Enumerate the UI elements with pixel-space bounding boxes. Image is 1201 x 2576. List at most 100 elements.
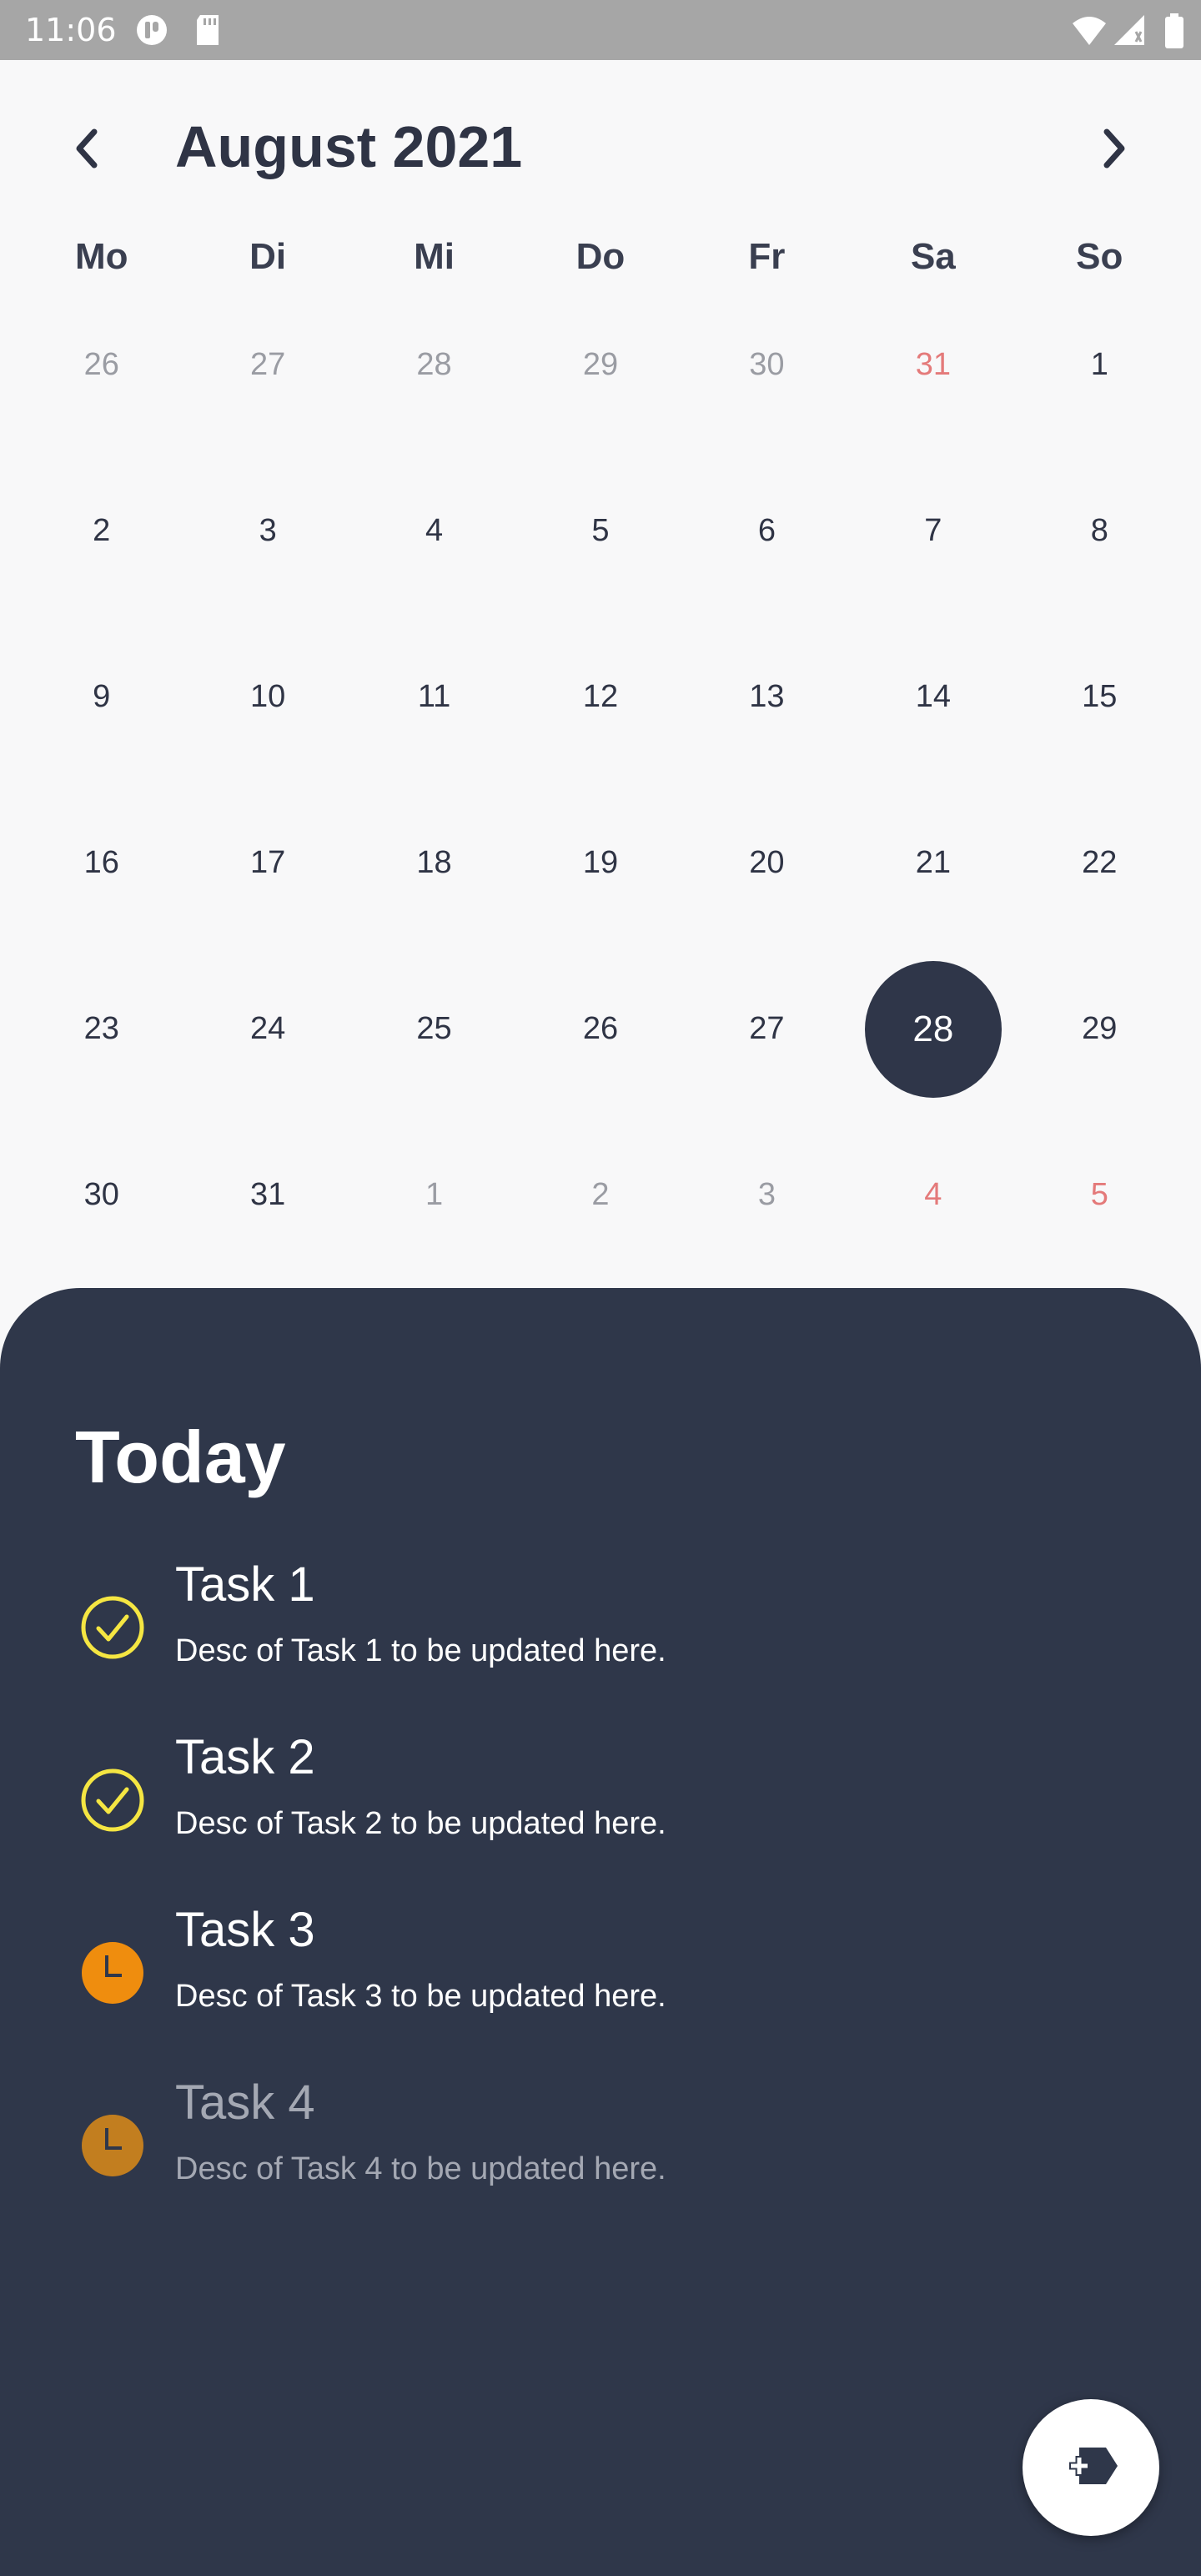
day-number: 3 xyxy=(259,513,277,548)
day-cell[interactable]: 8 xyxy=(1017,448,1183,614)
weekday-label: Mo xyxy=(74,236,128,277)
day-number: 4 xyxy=(425,513,444,548)
day-cell[interactable]: 26 xyxy=(517,946,683,1112)
task-item-4[interactable]: Task 4 Desc of Task 4 to be updated here… xyxy=(0,2070,1201,2236)
day-cell[interactable]: 2 xyxy=(18,448,184,614)
day-cell[interactable]: 9 xyxy=(18,614,184,780)
day-cell[interactable]: 3 xyxy=(184,448,350,614)
day-number: 30 xyxy=(83,1177,119,1212)
day-number: 22 xyxy=(1082,845,1118,880)
day-cell[interactable]: 15 xyxy=(1017,614,1183,780)
day-cell[interactable]: 12 xyxy=(517,614,683,780)
day-number: 29 xyxy=(1082,1011,1118,1046)
day-number: 28 xyxy=(912,1008,954,1049)
task-description: Desc of Task 3 to be updated here. xyxy=(175,1979,666,2014)
day-number: 10 xyxy=(249,679,286,714)
clock-icon[interactable] xyxy=(80,2113,145,2178)
weekday-label: Mi xyxy=(414,236,455,277)
weekday-label: Di xyxy=(249,236,287,277)
today-title: Today xyxy=(75,1416,286,1498)
day-cell[interactable]: 16 xyxy=(18,780,184,946)
next-month-button[interactable] xyxy=(1084,108,1143,192)
day-cell[interactable]: 3 xyxy=(684,1112,850,1278)
day-cell[interactable]: 20 xyxy=(684,780,850,946)
selected-day-cell[interactable]: 28 xyxy=(850,946,1016,1112)
day-number: 2 xyxy=(93,513,111,548)
day-number: 27 xyxy=(749,1011,785,1046)
day-number: 12 xyxy=(582,679,619,714)
day-cell[interactable]: 24 xyxy=(184,946,350,1112)
day-number: 7 xyxy=(924,513,942,548)
previous-month-button[interactable] xyxy=(58,108,117,192)
task-description: Desc of Task 4 to be updated here. xyxy=(175,2151,666,2186)
day-cell[interactable]: 2 xyxy=(517,1112,683,1278)
check-circle-icon[interactable] xyxy=(80,1595,145,1660)
day-cell[interactable]: 31 xyxy=(184,1112,350,1278)
task-title: Task 3 xyxy=(175,1903,315,1957)
day-cell[interactable]: 22 xyxy=(1017,780,1183,946)
chevron-right-icon xyxy=(1097,127,1130,174)
day-cell[interactable]: 27 xyxy=(184,282,350,448)
day-number: 11 xyxy=(417,679,451,714)
day-number: 2 xyxy=(591,1177,610,1212)
day-cell[interactable]: 10 xyxy=(184,614,350,780)
day-cell[interactable]: 25 xyxy=(351,946,517,1112)
add-task-button[interactable] xyxy=(1023,2399,1159,2536)
day-cell[interactable]: 4 xyxy=(351,448,517,614)
day-cell[interactable]: 6 xyxy=(684,448,850,614)
day-number: 29 xyxy=(582,347,619,382)
task-title: Task 1 xyxy=(175,1557,315,1612)
day-number: 5 xyxy=(1090,1177,1108,1212)
task-item-1[interactable]: Task 1 Desc of Task 1 to be updated here… xyxy=(0,1552,1201,1718)
add-task-icon xyxy=(1061,2443,1121,2493)
day-number: 3 xyxy=(757,1177,776,1212)
weekday-label: Sa xyxy=(910,236,956,277)
day-cell[interactable]: 5 xyxy=(517,448,683,614)
task-item-2[interactable]: Task 2 Desc of Task 2 to be updated here… xyxy=(0,1724,1201,1891)
day-cell[interactable]: 4 xyxy=(850,1112,1016,1278)
day-cell[interactable]: 23 xyxy=(18,946,184,1112)
day-number: 1 xyxy=(1090,347,1108,382)
task-item-3[interactable]: Task 3 Desc of Task 3 to be updated here… xyxy=(0,1897,1201,2064)
clock-icon[interactable] xyxy=(80,1940,145,2005)
day-number: 13 xyxy=(749,679,785,714)
task-description: Desc of Task 1 to be updated here. xyxy=(175,1633,666,1668)
day-cell[interactable]: 1 xyxy=(351,1112,517,1278)
day-cell[interactable]: 5 xyxy=(1017,1112,1183,1278)
task-title: Task 2 xyxy=(175,1730,315,1784)
day-cell[interactable]: 21 xyxy=(850,780,1016,946)
day-cell[interactable]: 17 xyxy=(184,780,350,946)
day-number: 31 xyxy=(915,347,951,382)
weekday-label: Fr xyxy=(748,236,786,277)
day-number: 14 xyxy=(915,679,951,714)
day-cell[interactable]: 18 xyxy=(351,780,517,946)
day-number: 27 xyxy=(249,347,286,382)
day-cell[interactable]: 13 xyxy=(684,614,850,780)
day-cell[interactable]: 29 xyxy=(1017,946,1183,1112)
day-cell[interactable]: 7 xyxy=(850,448,1016,614)
day-cell[interactable]: 30 xyxy=(684,282,850,448)
day-cell[interactable]: 29 xyxy=(517,282,683,448)
day-cell[interactable]: 30 xyxy=(18,1112,184,1278)
day-cell[interactable]: 11 xyxy=(351,614,517,780)
day-cell[interactable]: 1 xyxy=(1017,282,1183,448)
day-number: 19 xyxy=(582,845,619,880)
status-bar: 11:06 xyxy=(0,0,1201,60)
day-number: 31 xyxy=(249,1177,286,1212)
toggle-off-icon xyxy=(133,13,170,51)
day-number: 15 xyxy=(1082,679,1118,714)
weekday-header-row: Mo Di Mi Do Fr Sa So xyxy=(18,232,1183,282)
day-cell[interactable]: 26 xyxy=(18,282,184,448)
day-cell[interactable]: 27 xyxy=(684,946,850,1112)
check-circle-icon[interactable] xyxy=(80,1768,145,1833)
day-cell[interactable]: 19 xyxy=(517,780,683,946)
day-number: 30 xyxy=(749,347,785,382)
day-number: 4 xyxy=(924,1177,942,1212)
day-cell[interactable]: 28 xyxy=(351,282,517,448)
day-number: 18 xyxy=(416,845,452,880)
day-cell[interactable]: 31 xyxy=(850,282,1016,448)
signal-icon xyxy=(1113,13,1146,51)
day-number: 21 xyxy=(915,845,951,880)
day-cell[interactable]: 14 xyxy=(850,614,1016,780)
task-title: Task 4 xyxy=(175,2075,315,2130)
